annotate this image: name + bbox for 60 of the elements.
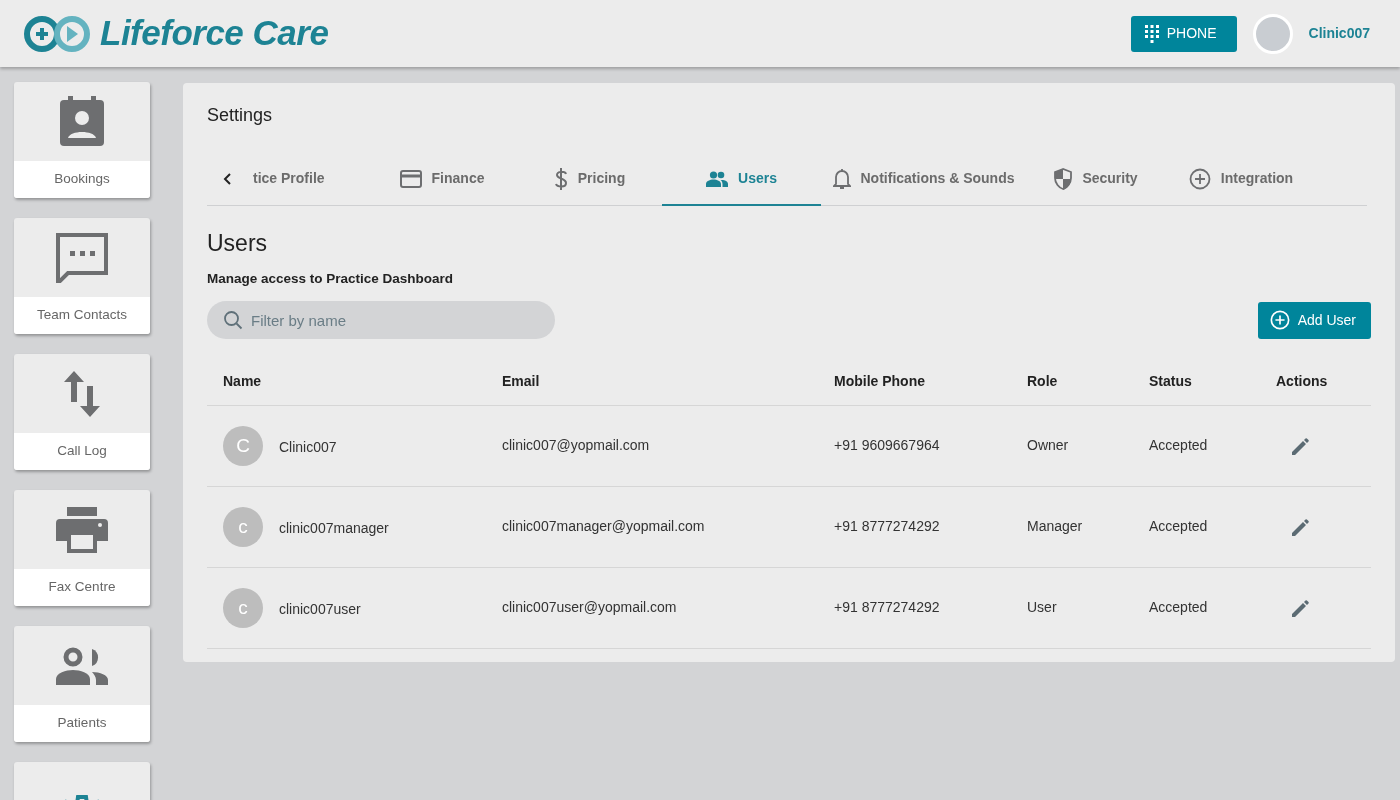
plus-circle-icon [1269, 310, 1290, 331]
chevron-left-icon[interactable] [223, 173, 231, 186]
table-cell: +91 9609667964 [834, 437, 940, 454]
table-cell: Owner [1027, 437, 1069, 454]
table-cell: +91 8777274292 [834, 518, 940, 535]
chat-bubble-icon [56, 232, 108, 283]
sidebar-item[interactable]: Bookings [14, 82, 150, 198]
sidebar-item[interactable]: Call Log [14, 354, 150, 470]
tab[interactable]: Finance [367, 159, 517, 206]
shield-icon [1054, 167, 1073, 190]
tab[interactable]: Security [1026, 159, 1166, 206]
search-icon [223, 310, 243, 331]
avatar: c [223, 587, 263, 628]
table-cell: Accepted [1149, 599, 1208, 616]
column-header: Status [1149, 372, 1192, 389]
tab[interactable]: tice Profile [247, 159, 367, 206]
phone-button[interactable]: PHONE [1130, 15, 1237, 52]
table-cell: clinic007@yopmail.com [502, 437, 650, 454]
dialpad-icon [1144, 24, 1159, 43]
sidebar-item[interactable]: Fax Centre [14, 490, 150, 606]
tab[interactable]: Integration [1166, 159, 1316, 206]
avatar: C [223, 425, 263, 466]
plus-circle-icon [1188, 167, 1211, 190]
user-name[interactable]: Clinic007 [1308, 23, 1370, 44]
table-cell: Accepted [1149, 518, 1208, 535]
column-header: Name [223, 372, 262, 389]
sidebar-item[interactable]: Team Contacts [14, 218, 150, 334]
bell-icon [832, 167, 851, 190]
people-icon [56, 646, 108, 685]
table-cell: clinic007user@yopmail.com [502, 599, 677, 616]
user-name: clinic007manager [279, 519, 389, 539]
tab[interactable]: Users [662, 159, 821, 206]
contact-card-icon [58, 95, 106, 148]
tab[interactable]: Pricing [517, 159, 662, 206]
tab[interactable]: Notifications & Sounds [821, 159, 1026, 206]
table-cell: Manager [1027, 518, 1083, 535]
user-name: clinic007user [279, 600, 361, 620]
table-cell: clinic007manager@yopmail.com [502, 518, 705, 535]
section-title: Users [207, 229, 269, 258]
table-cell: User [1027, 599, 1057, 616]
section-subtitle: Manage access to Practice Dashboard [207, 270, 455, 289]
logo-icon [22, 13, 92, 54]
page-title: Settings [207, 105, 274, 127]
dollar-icon [553, 167, 568, 190]
column-header: Mobile Phone [834, 372, 925, 389]
table-cell: Accepted [1149, 437, 1208, 454]
table-cell: +91 8777274292 [834, 599, 940, 616]
avatar: c [223, 506, 263, 547]
column-header: Actions [1276, 372, 1328, 389]
people-icon [706, 170, 729, 187]
sidebar-item[interactable]: Patients [14, 626, 150, 742]
add-user-button[interactable]: Add User [1257, 301, 1371, 339]
credit-card-icon [399, 169, 422, 188]
up-down-arrows-icon [63, 370, 101, 417]
brand-name: Lifeforce Care [100, 12, 329, 55]
column-header: Email [502, 372, 540, 389]
search-field[interactable]: Filter by name [207, 301, 555, 340]
printer-icon [56, 506, 108, 553]
user-name: Clinic007 [279, 438, 337, 458]
column-header: Role [1027, 372, 1058, 389]
